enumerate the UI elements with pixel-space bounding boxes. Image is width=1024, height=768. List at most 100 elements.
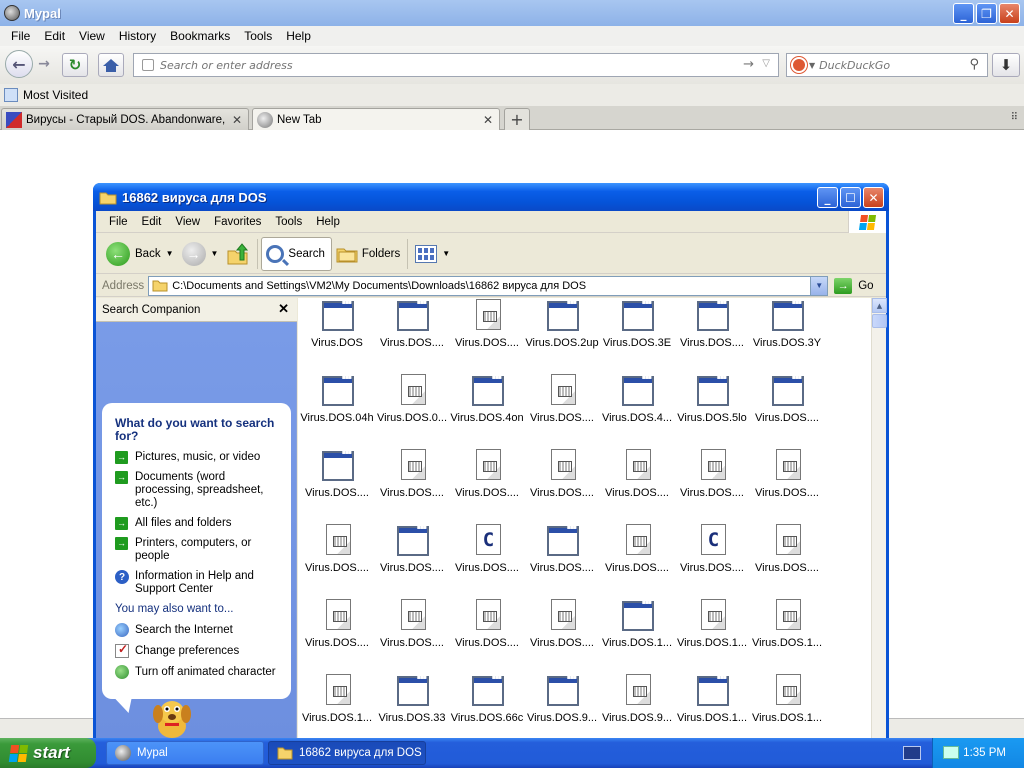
explorer-maximize-button[interactable]: ☐: [840, 187, 861, 208]
go-arrow-icon[interactable]: →: [743, 57, 754, 72]
file-item[interactable]: Virus.DOS....: [450, 298, 524, 372]
ex-menu-file[interactable]: File: [102, 216, 135, 228]
back-dropdown-icon[interactable]: ▼: [166, 249, 174, 258]
address-dropdown-icon[interactable]: ▼: [810, 276, 828, 295]
home-button[interactable]: [98, 53, 124, 77]
url-bar[interactable]: → ▽: [133, 53, 779, 77]
file-item[interactable]: Virus.DOS: [300, 298, 374, 372]
file-item[interactable]: Virus.DOS....: [375, 598, 449, 672]
ex-menu-favorites[interactable]: Favorites: [207, 216, 268, 228]
views-button[interactable]: ▼: [411, 237, 454, 271]
file-item[interactable]: Virus.DOS....: [450, 448, 524, 522]
search-bar[interactable]: ▼ ⚲: [786, 53, 988, 77]
keyboard-icon[interactable]: [903, 746, 921, 760]
minimize-button[interactable]: _: [953, 3, 974, 24]
menu-history[interactable]: History: [112, 29, 163, 43]
file-item[interactable]: Virus.DOS....: [300, 523, 374, 597]
explorer-search-button[interactable]: Search: [261, 236, 332, 271]
up-folder-button[interactable]: [222, 237, 254, 271]
file-item[interactable]: Virus.DOS.66c: [450, 673, 524, 738]
file-item[interactable]: Virus.DOS.1...: [300, 673, 374, 738]
folders-button[interactable]: Folders: [332, 237, 404, 271]
ex-menu-help[interactable]: Help: [309, 216, 347, 228]
file-item[interactable]: Virus.DOS.2up: [525, 298, 599, 372]
file-item[interactable]: Virus.DOS....: [675, 298, 749, 372]
file-item[interactable]: Virus.DOS.4...: [600, 373, 674, 447]
search-option-all-files[interactable]: → All files and folders: [115, 517, 283, 530]
close-button[interactable]: ✕: [999, 3, 1020, 24]
file-item[interactable]: Virus.DOS....: [525, 523, 599, 597]
explorer-minimize-button[interactable]: _: [817, 187, 838, 208]
file-item[interactable]: Virus.DOS.9...: [525, 673, 599, 738]
file-item[interactable]: C Virus.DOS....: [450, 523, 524, 597]
menu-view[interactable]: View: [72, 29, 112, 43]
menu-edit[interactable]: Edit: [37, 29, 72, 43]
explorer-close-button[interactable]: ✕: [863, 187, 884, 208]
file-item[interactable]: Virus.DOS.4on: [450, 373, 524, 447]
bookmark-most-visited[interactable]: Most Visited: [23, 88, 88, 102]
file-item[interactable]: Virus.DOS....: [375, 523, 449, 597]
search-option-pictures[interactable]: → Pictures, music, or video: [115, 451, 283, 464]
clock[interactable]: 1:35 PM: [963, 747, 1006, 759]
file-item[interactable]: Virus.DOS.3E: [600, 298, 674, 372]
file-item[interactable]: Virus.DOS....: [750, 373, 824, 447]
file-item[interactable]: Virus.DOS....: [600, 523, 674, 597]
restore-button[interactable]: ❐: [976, 3, 997, 24]
file-item[interactable]: Virus.DOS.1...: [600, 598, 674, 672]
search-option-documents[interactable]: → Documents (word processing, spreadshee…: [115, 471, 283, 510]
file-item[interactable]: Virus.DOS....: [600, 448, 674, 522]
close-icon[interactable]: ✕: [278, 301, 289, 317]
search-icon[interactable]: ⚲: [969, 57, 979, 72]
vertical-scrollbar[interactable]: ▲: [871, 298, 887, 738]
file-item[interactable]: Virus.DOS....: [525, 598, 599, 672]
file-item[interactable]: Virus.DOS.1...: [675, 598, 749, 672]
file-item[interactable]: Virus.DOS....: [300, 598, 374, 672]
file-item[interactable]: Virus.DOS.0...: [375, 373, 449, 447]
search-engine-dropdown-icon[interactable]: ▼: [809, 61, 815, 70]
file-item[interactable]: Virus.DOS....: [375, 298, 449, 372]
file-item[interactable]: Virus.DOS.5lo: [675, 373, 749, 447]
tab-viruses[interactable]: Вирусы - Старый DOS. Abandonware, c... ✕: [1, 108, 249, 130]
menu-file[interactable]: File: [4, 29, 37, 43]
turn-off-character-option[interactable]: Turn off animated character: [115, 665, 283, 679]
back-button[interactable]: ←: [5, 50, 33, 78]
ex-menu-view[interactable]: View: [168, 216, 207, 228]
ex-menu-edit[interactable]: Edit: [135, 216, 169, 228]
search-internet-option[interactable]: Search the Internet: [115, 623, 283, 637]
file-item[interactable]: Virus.DOS.9...: [600, 673, 674, 738]
explorer-forward-button[interactable]: → ▼: [178, 237, 223, 271]
address-field[interactable]: C:\Documents and Settings\VM2\My Documen…: [148, 275, 829, 296]
search-dog-character-icon[interactable]: [148, 696, 196, 738]
change-preferences-option[interactable]: Change preferences: [115, 642, 283, 658]
file-item[interactable]: Virus.DOS.33: [375, 673, 449, 738]
file-item[interactable]: C Virus.DOS....: [675, 523, 749, 597]
search-input[interactable]: [819, 58, 960, 72]
duckduckgo-icon[interactable]: [791, 57, 807, 73]
taskbar-mypal[interactable]: Mypal: [106, 741, 264, 765]
network-icon[interactable]: [943, 746, 959, 759]
url-input[interactable]: [160, 58, 720, 72]
scroll-thumb[interactable]: [872, 314, 887, 328]
search-option-help[interactable]: ? Information in Help and Support Center: [115, 570, 283, 596]
file-list-pane[interactable]: Virus.DOS Virus.DOS.... Virus.DOS.... Virus…: [298, 298, 871, 738]
menu-help[interactable]: Help: [279, 29, 318, 43]
tab-new-tab[interactable]: New Tab ✕: [252, 108, 500, 130]
taskbar-explorer[interactable]: 16862 вируса для DOS: [268, 741, 426, 765]
file-item[interactable]: Virus.DOS....: [750, 523, 824, 597]
tab-close-icon[interactable]: ✕: [232, 113, 242, 127]
tab-close-icon[interactable]: ✕: [483, 113, 493, 127]
all-tabs-grid-icon[interactable]: ⠿: [1011, 112, 1018, 123]
menu-bookmarks[interactable]: Bookmarks: [163, 29, 237, 43]
file-item[interactable]: Virus.DOS....: [525, 373, 599, 447]
file-item[interactable]: Virus.DOS.1...: [750, 673, 824, 738]
url-dropdown-icon[interactable]: ▽: [762, 58, 770, 69]
file-item[interactable]: Virus.DOS....: [675, 448, 749, 522]
file-item[interactable]: Virus.DOS.1...: [675, 673, 749, 738]
go-button[interactable]: → Go: [834, 277, 874, 294]
explorer-back-button[interactable]: ← Back ▼: [102, 237, 178, 271]
start-button[interactable]: start: [0, 738, 96, 768]
ex-menu-tools[interactable]: Tools: [268, 216, 309, 228]
file-item[interactable]: Virus.DOS....: [450, 598, 524, 672]
menu-tools[interactable]: Tools: [237, 29, 279, 43]
scroll-up-icon[interactable]: ▲: [872, 298, 887, 313]
